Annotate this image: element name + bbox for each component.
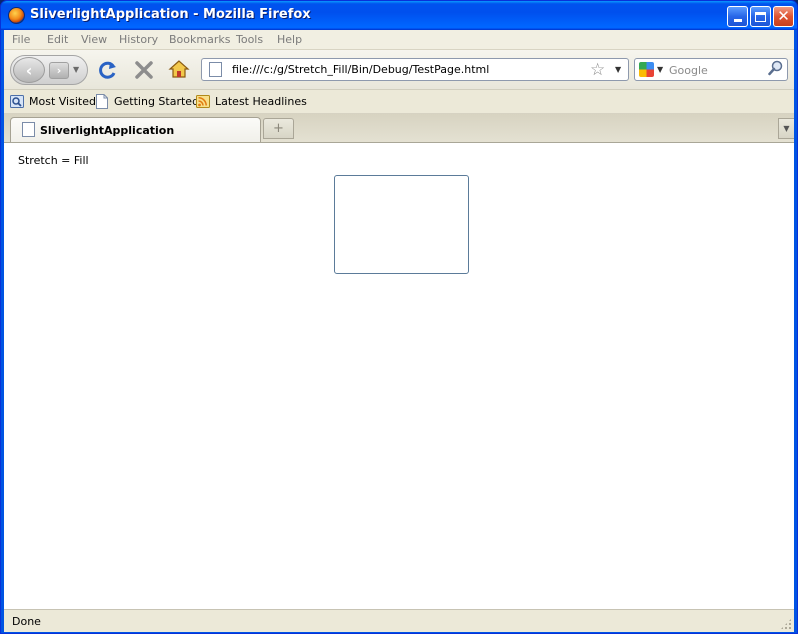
engine-dropdown-icon[interactable]: ▼	[657, 65, 663, 74]
browser-client-area: File Edit View History Bookmarks Tools H…	[4, 30, 794, 632]
bookmark-getting-started[interactable]: Getting Started	[95, 94, 199, 109]
address-bar[interactable]: file:///c:/g/Stretch_Fill/Bin/Debug/Test…	[201, 58, 629, 81]
bookmarks-toolbar: Most Visited Getting Started Latest Head…	[4, 90, 794, 114]
reload-icon	[99, 61, 116, 79]
menu-bookmarks[interactable]: Bookmarks	[169, 33, 230, 46]
window-title: SliverlightApplication - Mozilla Firefox	[30, 7, 311, 22]
tab-sliverlightapplication[interactable]: SliverlightApplication	[10, 117, 261, 142]
menu-view[interactable]: View	[81, 33, 107, 46]
navigation-toolbar: ‹ › ▼ file:///c:/g/Stretch_Fill/Bin/Debu…	[4, 50, 794, 90]
new-tab-button[interactable]: +	[263, 118, 294, 139]
tab-bar: SliverlightApplication + ▼	[4, 114, 794, 142]
search-input[interactable]	[669, 62, 765, 78]
magnifier-icon[interactable]	[768, 60, 784, 80]
most-visited-icon	[10, 94, 24, 109]
reload-button[interactable]	[96, 58, 120, 82]
bookmark-star-icon[interactable]: ☆	[590, 60, 605, 80]
stretch-text: Stretch = Fill	[18, 154, 89, 167]
page-icon	[95, 94, 109, 109]
close-icon: ✕	[777, 7, 790, 25]
bookmark-label: Getting Started	[114, 95, 200, 108]
menu-history[interactable]: History	[119, 33, 158, 46]
back-button[interactable]: ‹	[13, 57, 45, 83]
status-text: Done	[12, 615, 41, 628]
bookmark-most-visited[interactable]: Most Visited	[10, 94, 96, 109]
home-button[interactable]	[168, 59, 192, 81]
page-icon	[22, 122, 35, 137]
browser-window: SliverlightApplication - Mozilla Firefox…	[0, 0, 798, 634]
home-icon	[168, 60, 190, 78]
page-content: Stretch = Fill	[4, 142, 794, 609]
menu-bar: File Edit View History Bookmarks Tools H…	[4, 30, 794, 50]
resize-grip-icon[interactable]	[780, 618, 792, 630]
search-bar[interactable]: ▼	[634, 58, 788, 81]
menu-edit[interactable]: Edit	[47, 33, 68, 46]
close-button[interactable]: ✕	[773, 6, 794, 27]
url-text[interactable]: file:///c:/g/Stretch_Fill/Bin/Debug/Test…	[232, 63, 489, 76]
maximize-icon	[755, 11, 766, 22]
rss-feed-icon	[196, 94, 210, 109]
silverlight-box	[334, 175, 469, 274]
bookmark-label: Most Visited	[29, 95, 96, 108]
firefox-icon[interactable]	[8, 7, 25, 24]
tab-label: SliverlightApplication	[40, 124, 175, 137]
menu-file[interactable]: File	[12, 33, 30, 46]
bookmark-label: Latest Headlines	[215, 95, 307, 108]
forward-arrow-icon: ›	[56, 64, 62, 77]
maximize-button[interactable]	[750, 6, 771, 27]
chevron-down-icon: ▼	[783, 124, 790, 133]
page-icon	[209, 62, 222, 77]
minimize-icon	[733, 19, 742, 22]
plus-icon: +	[273, 121, 284, 136]
menu-help[interactable]: Help	[277, 33, 302, 46]
status-bar: Done	[4, 609, 794, 632]
stop-button[interactable]	[132, 58, 156, 82]
history-dropdown-icon[interactable]: ▼	[73, 65, 79, 74]
back-arrow-icon: ‹	[25, 60, 33, 80]
tab-list-button[interactable]: ▼	[778, 118, 794, 139]
back-forward-group: ‹ › ▼	[10, 55, 88, 85]
bookmark-latest-headlines[interactable]: Latest Headlines	[196, 94, 307, 109]
menu-tools[interactable]: Tools	[236, 33, 263, 46]
url-dropdown-icon[interactable]: ▼	[615, 65, 621, 74]
minimize-button[interactable]	[727, 6, 748, 27]
title-bar[interactable]: SliverlightApplication - Mozilla Firefox…	[1, 1, 797, 30]
google-icon[interactable]	[639, 62, 654, 77]
forward-button[interactable]: ›	[49, 62, 69, 79]
stop-icon	[135, 61, 153, 79]
